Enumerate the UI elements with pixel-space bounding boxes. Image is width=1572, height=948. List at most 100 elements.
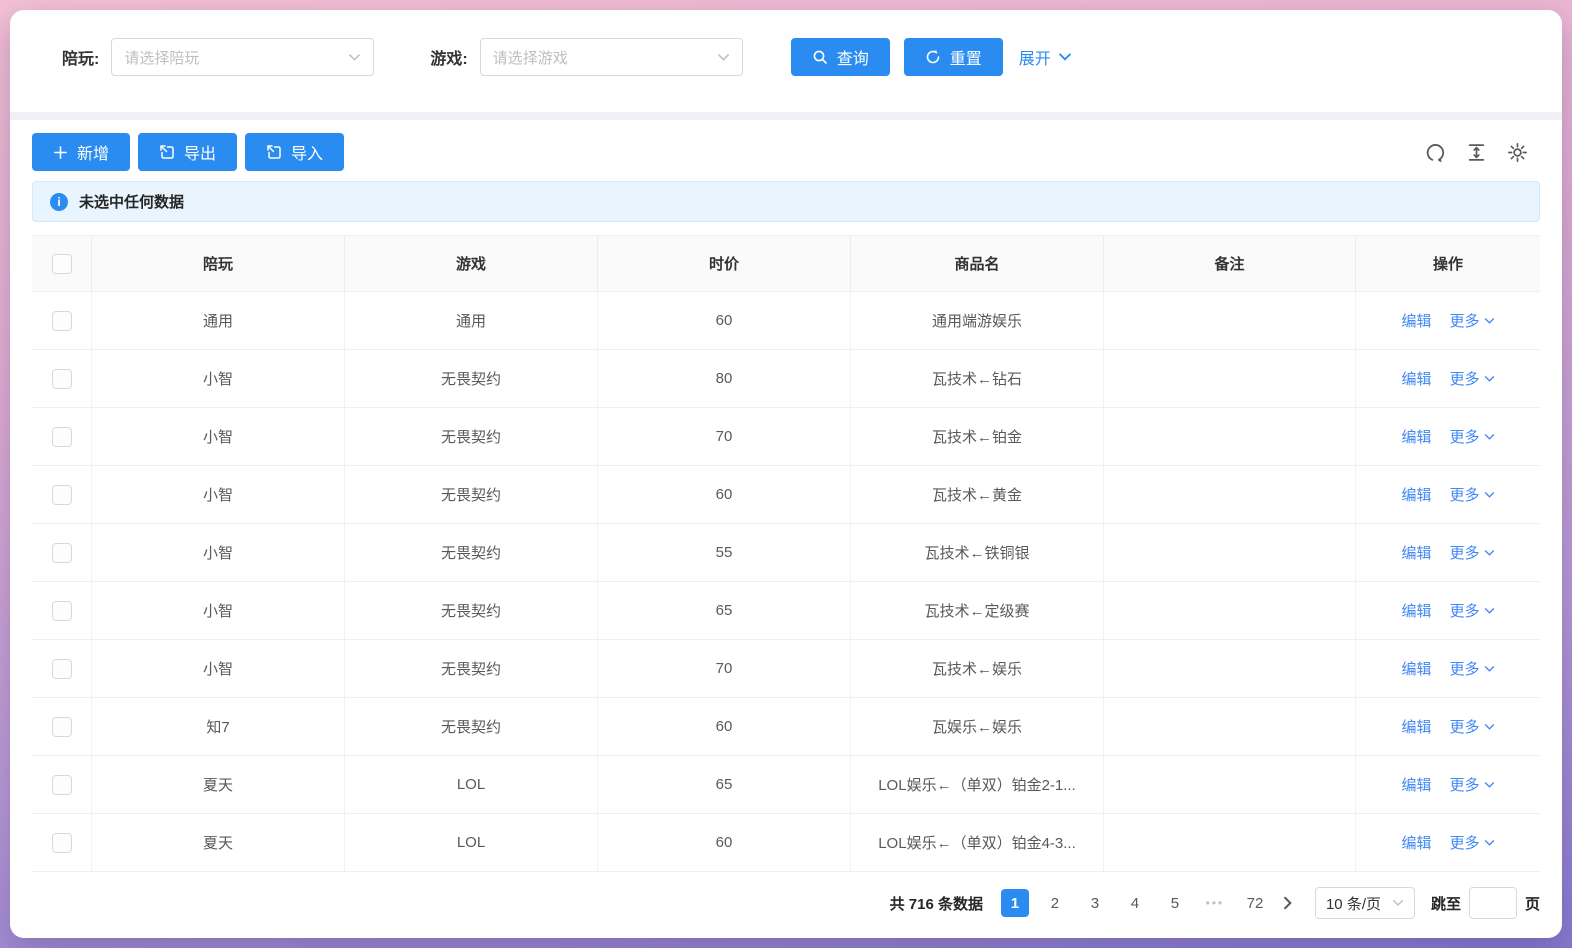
more-link[interactable]: 更多 — [1450, 716, 1495, 737]
cell-game: 无畏契约 — [345, 640, 598, 698]
import-button[interactable]: 导入 — [245, 133, 345, 171]
row-checkbox[interactable] — [51, 774, 72, 795]
import-icon — [266, 144, 282, 160]
cell-product: LOL娱乐←（单双）铂金4-3... — [851, 814, 1104, 872]
chevron-down-icon — [1484, 607, 1495, 615]
export-button[interactable]: 导出 — [138, 133, 238, 171]
more-link[interactable]: 更多 — [1450, 310, 1495, 331]
row-select-cell — [32, 640, 92, 698]
row-checkbox[interactable] — [51, 310, 72, 331]
peiwan-select-placeholder: 请选择陪玩 — [124, 49, 200, 67]
search-button[interactable]: 查询 — [790, 38, 890, 76]
more-link[interactable]: 更多 — [1450, 484, 1495, 505]
jump-page-input[interactable] — [1468, 887, 1517, 919]
cell-game: 通用 — [345, 292, 598, 350]
cell-product: 瓦技术←铂金 — [851, 408, 1104, 466]
data-table: 陪玩 游戏 时价 商品名 备注 操作 通用 通用 60 通用端游娱乐 编辑 更多 — [32, 235, 1540, 872]
filter-item-peiwan: 陪玩: 请选择陪玩 — [62, 38, 375, 76]
edit-link[interactable]: 编辑 — [1401, 310, 1431, 331]
app-window: 陪玩: 请选择陪玩 游戏: 请选择游戏 查询 重置 展开 新增 导出 导入 i … — [10, 10, 1562, 938]
cell-note — [1104, 814, 1356, 872]
column-height-icon[interactable] — [1466, 142, 1487, 163]
more-link[interactable]: 更多 — [1450, 542, 1495, 563]
reset-button[interactable]: 重置 — [903, 38, 1003, 76]
page-button-3[interactable]: 3 — [1081, 889, 1109, 917]
row-checkbox[interactable] — [51, 426, 72, 447]
more-link[interactable]: 更多 — [1450, 774, 1495, 795]
more-link-label: 更多 — [1449, 719, 1480, 736]
cell-price: 60 — [598, 814, 851, 872]
edit-link[interactable]: 编辑 — [1401, 658, 1431, 679]
edit-link[interactable]: 编辑 — [1401, 426, 1431, 447]
refresh-icon[interactable] — [1425, 142, 1446, 163]
cell-product: 瓦技术←娱乐 — [851, 640, 1104, 698]
cell-game: 无畏契约 — [345, 698, 598, 756]
page-button-1[interactable]: 1 — [1000, 889, 1029, 917]
edit-link[interactable]: 编辑 — [1401, 484, 1431, 505]
page-button-4[interactable]: 4 — [1121, 889, 1149, 917]
row-checkbox[interactable] — [51, 484, 72, 505]
settings-gear-icon[interactable] — [1507, 142, 1528, 163]
cell-actions: 编辑 更多 — [1356, 640, 1540, 698]
more-link[interactable]: 更多 — [1450, 600, 1495, 621]
row-checkbox[interactable] — [51, 716, 72, 737]
chevron-down-icon — [1484, 839, 1495, 847]
cell-peiwan: 小智 — [92, 350, 345, 408]
cell-game: LOL — [345, 756, 598, 814]
chevron-down-icon — [1484, 665, 1495, 673]
row-checkbox[interactable] — [51, 368, 72, 389]
cell-peiwan: 小智 — [92, 408, 345, 466]
more-link-label: 更多 — [1449, 429, 1480, 446]
cell-peiwan: 夏天 — [92, 814, 345, 872]
edit-link[interactable]: 编辑 — [1401, 542, 1431, 563]
cell-actions: 编辑 更多 — [1356, 582, 1540, 640]
more-link-label: 更多 — [1449, 313, 1480, 330]
select-all-checkbox[interactable] — [51, 253, 72, 274]
game-select[interactable]: 请选择游戏 — [479, 38, 743, 76]
cell-note — [1104, 524, 1356, 582]
expand-toggle[interactable]: 展开 — [1019, 45, 1072, 69]
edit-link[interactable]: 编辑 — [1401, 368, 1431, 389]
more-link[interactable]: 更多 — [1450, 368, 1495, 389]
pagination-ellipsis[interactable]: ••• — [1201, 889, 1229, 917]
cell-price: 60 — [598, 698, 851, 756]
edit-link[interactable]: 编辑 — [1401, 600, 1431, 621]
cell-game: 无畏契约 — [345, 350, 598, 408]
row-select-cell — [32, 582, 92, 640]
total-count: 共 716 条数据 — [889, 895, 983, 913]
cell-note — [1104, 582, 1356, 640]
row-checkbox[interactable] — [51, 832, 72, 853]
peiwan-select[interactable]: 请选择陪玩 — [111, 38, 375, 76]
filter-panel: 陪玩: 请选择陪玩 游戏: 请选择游戏 查询 重置 展开 — [10, 10, 1562, 112]
chevron-down-icon — [1484, 549, 1495, 557]
search-icon — [812, 49, 828, 65]
edit-link[interactable]: 编辑 — [1401, 832, 1431, 853]
more-link-label: 更多 — [1449, 777, 1480, 794]
row-checkbox[interactable] — [51, 600, 72, 621]
pagination: 共 716 条数据 1 2 3 4 5 ••• 72 10 条/页 跳至 页 — [32, 872, 1540, 936]
next-page-icon[interactable] — [1279, 896, 1297, 910]
peiwan-filter-label: 陪玩: — [62, 51, 100, 68]
edit-link[interactable]: 编辑 — [1401, 774, 1431, 795]
row-select-cell — [32, 350, 92, 408]
row-checkbox[interactable] — [51, 542, 72, 563]
edit-link[interactable]: 编辑 — [1401, 716, 1431, 737]
row-checkbox[interactable] — [51, 658, 72, 679]
page-button-2[interactable]: 2 — [1041, 889, 1069, 917]
add-button[interactable]: 新增 — [32, 133, 131, 171]
cell-actions: 编辑 更多 — [1356, 698, 1540, 756]
page-button-5[interactable]: 5 — [1161, 889, 1189, 917]
more-link-label: 更多 — [1449, 487, 1480, 504]
cell-peiwan: 小智 — [92, 524, 345, 582]
cell-peiwan: 夏天 — [92, 756, 345, 814]
page-size-select[interactable]: 10 条/页 — [1314, 887, 1415, 919]
table-row: 小智 无畏契约 80 瓦技术←钻石 编辑 更多 — [32, 350, 1540, 408]
cell-price: 70 — [598, 408, 851, 466]
export-icon — [159, 144, 175, 160]
page-button-72[interactable]: 72 — [1241, 889, 1269, 917]
more-link[interactable]: 更多 — [1450, 658, 1495, 679]
cell-actions: 编辑 更多 — [1356, 814, 1540, 872]
more-link[interactable]: 更多 — [1450, 426, 1495, 447]
more-link[interactable]: 更多 — [1450, 832, 1495, 853]
filter-actions: 查询 重置 展开 — [790, 38, 1072, 76]
